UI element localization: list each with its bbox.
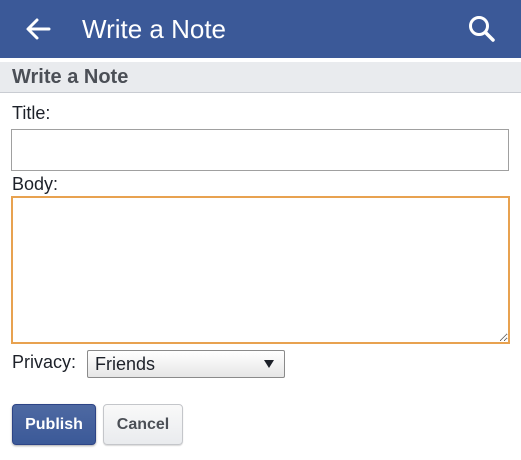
publish-button[interactable]: Publish: [12, 404, 96, 445]
privacy-select[interactable]: Friends: [87, 350, 285, 378]
section-title: Write a Note: [12, 66, 129, 88]
body-label: Body:: [12, 174, 59, 194]
title-label: Title:: [12, 103, 51, 123]
app-bar: Write a Note: [0, 0, 521, 58]
dropdown-caret-icon: [264, 360, 274, 368]
section-header: Write a Note: [0, 62, 521, 93]
cancel-button[interactable]: Cancel: [103, 404, 183, 445]
page-title: Write a Note: [82, 14, 227, 44]
arrow-left-icon[interactable]: [22, 13, 54, 45]
body-textarea[interactable]: [11, 196, 510, 344]
privacy-label: Privacy:: [12, 352, 77, 372]
title-input[interactable]: [11, 129, 509, 171]
search-icon[interactable]: [466, 13, 498, 45]
privacy-selected-value: Friends: [95, 354, 156, 374]
